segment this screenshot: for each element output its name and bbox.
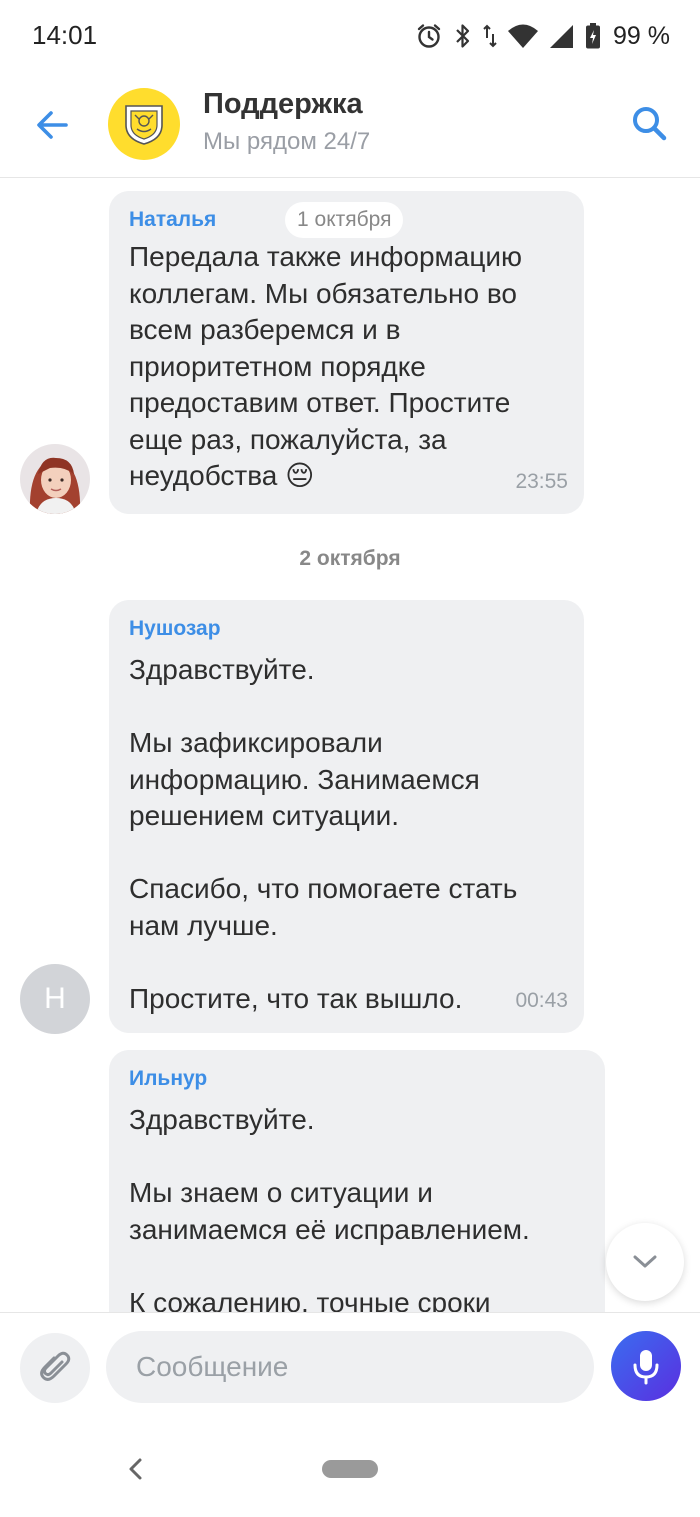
wifi-icon (508, 24, 539, 48)
date-pill: 1 октября (285, 202, 404, 238)
message-list[interactable]: Наталья Передала также информацию коллег… (0, 179, 700, 1312)
chat-header: Поддержка Мы рядом 24/7 (0, 70, 700, 178)
message-text: Здравствуйте. Мы зафиксировали информаци… (129, 654, 518, 1014)
back-button[interactable] (30, 102, 76, 148)
bluetooth-icon (456, 24, 470, 48)
search-icon (633, 107, 667, 141)
arrow-left-icon (37, 111, 68, 139)
chat-title: Поддержка (203, 88, 363, 120)
microphone-icon (633, 1350, 659, 1385)
message-input[interactable] (106, 1331, 594, 1403)
nav-back-icon (129, 1458, 142, 1480)
bank-logo-avatar[interactable] (108, 88, 180, 160)
system-nav-bar (0, 1422, 700, 1517)
home-pill-icon[interactable] (322, 1460, 378, 1478)
signal-icon (550, 25, 574, 48)
message-text: Здравствуйте. Мы знаем о ситуации и зани… (129, 1104, 530, 1312)
microphone-button[interactable] (611, 1331, 681, 1401)
message-bubble[interactable]: Ильнур Здравствуйте. Мы знаем о ситуации… (109, 1050, 605, 1312)
paperclip-icon (40, 1351, 71, 1381)
message-composer (0, 1312, 700, 1422)
avatar-photo (20, 444, 90, 514)
status-bar: 14:01 99 % (0, 0, 700, 70)
battery-icon (586, 23, 601, 49)
alarm-icon (417, 24, 441, 48)
nav-back-button[interactable] (122, 1454, 148, 1484)
scroll-down-button[interactable] (606, 1223, 684, 1301)
search-button[interactable] (628, 102, 672, 146)
avatar-natalya[interactable] (20, 444, 90, 514)
attach-button[interactable] (20, 1333, 90, 1403)
message-time: 00:43 (515, 989, 568, 1012)
battery-percent: 99 % (613, 21, 670, 50)
message-author: Нушозар (129, 617, 221, 640)
bank-emblem-icon (125, 105, 163, 145)
status-time: 14:01 (32, 20, 98, 50)
message-author: Ильнур (129, 1067, 208, 1090)
message-bubble[interactable]: Нушозар Здравствуйте. Мы зафиксировали и… (109, 600, 584, 1033)
data-arrows-icon (483, 24, 497, 48)
date-separator: 2 октября (299, 547, 401, 570)
avatar-nushozar[interactable]: Н (20, 964, 90, 1034)
message-bubble[interactable]: Наталья Передала также информацию коллег… (109, 191, 584, 514)
message-text: Передала также информацию коллегам. Мы о… (129, 241, 523, 491)
message-time: 23:55 (515, 470, 568, 493)
status-icons: 99 % (415, 20, 670, 52)
chat-subtitle: Мы рядом 24/7 (203, 128, 371, 155)
chevron-down-icon (633, 1255, 657, 1268)
